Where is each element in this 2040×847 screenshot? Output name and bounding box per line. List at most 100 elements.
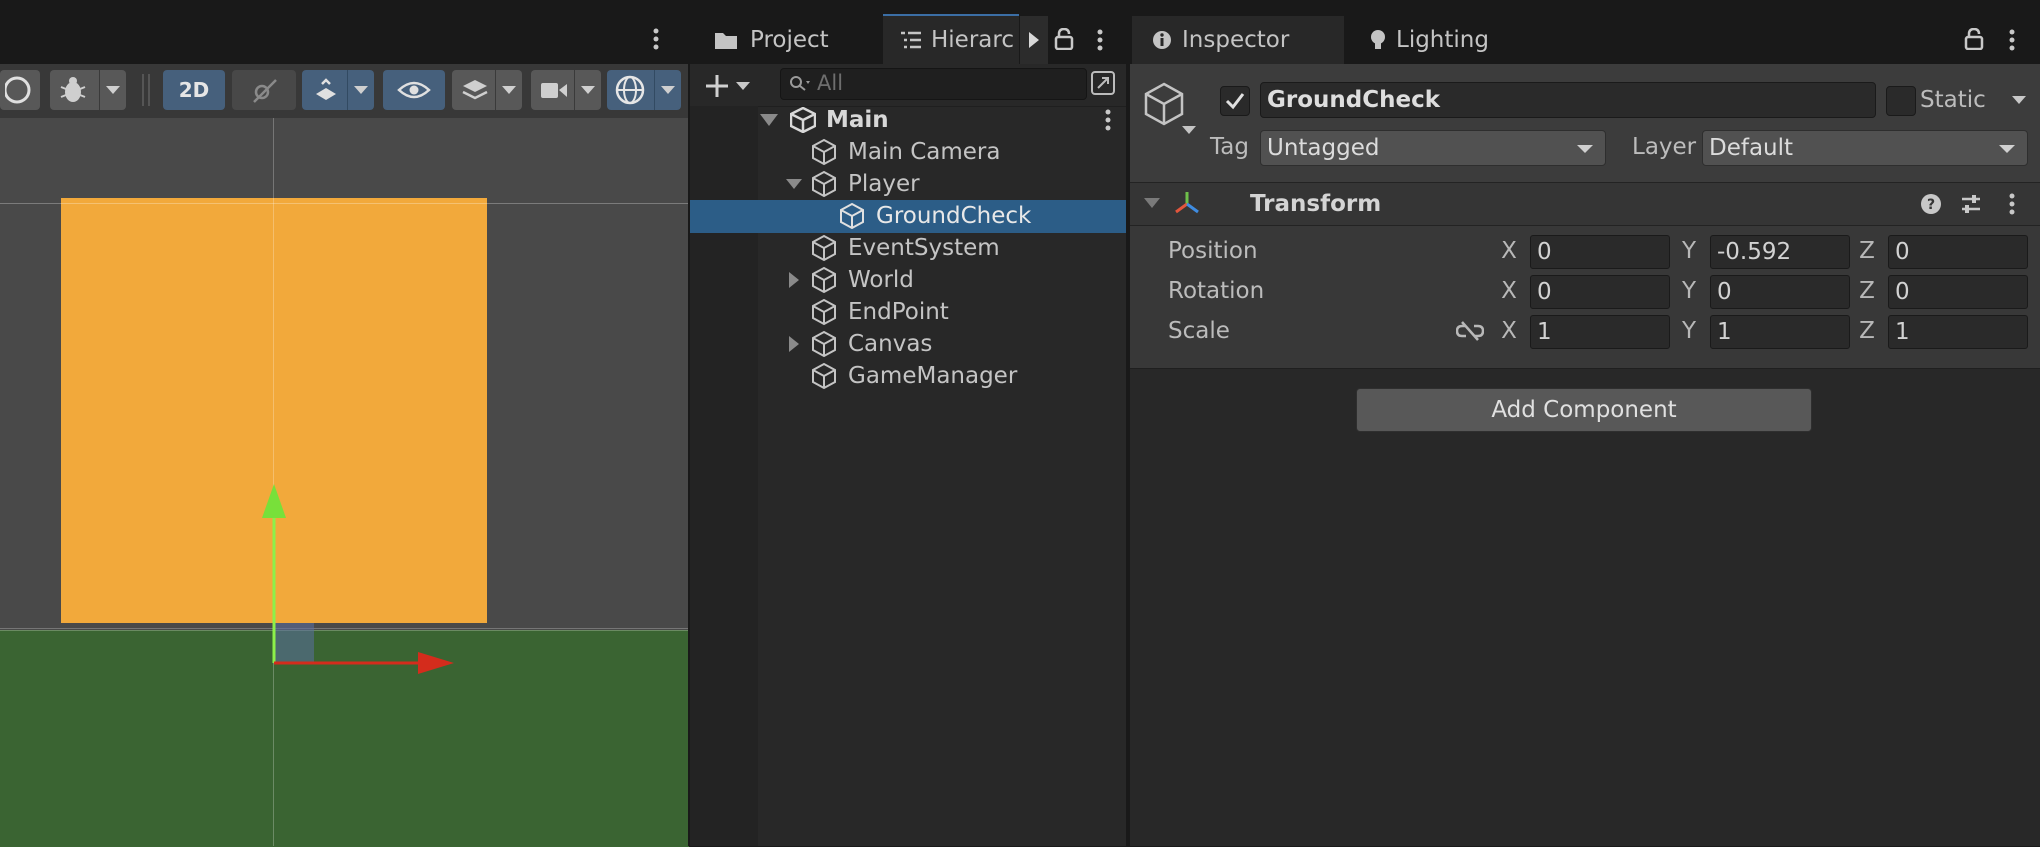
lightbulb-icon [1370, 29, 1386, 51]
hierarchy-item-label: EndPoint [848, 299, 949, 325]
debug-draw-mode-button[interactable] [50, 70, 126, 110]
create-button[interactable] [704, 72, 754, 100]
tag-value: Untagged [1267, 135, 1380, 161]
more-options-icon[interactable] [2008, 29, 2016, 51]
hierarchy-item-groundcheck[interactable]: GroundCheck [838, 200, 1031, 232]
axis-z-label: Z [1859, 318, 1875, 344]
position-y-field[interactable]: -0.592 [1710, 235, 1850, 269]
gameobject-cube-icon [810, 234, 838, 262]
gameobject-cube-icon [810, 266, 838, 294]
gameobject-cube-icon [810, 138, 838, 166]
chevron-down-icon[interactable] [495, 70, 522, 110]
open-scene-picker-icon[interactable] [1090, 70, 1116, 96]
help-icon[interactable]: ? [1920, 193, 1942, 215]
scene-camera-button[interactable] [531, 70, 601, 110]
active-checkbox[interactable] [1220, 86, 1250, 116]
gameobject-cube-icon[interactable] [1142, 82, 1198, 138]
tab-lighting[interactable]: Lighting [1370, 16, 1570, 64]
axis-z-label: Z [1859, 278, 1875, 304]
foldout-arrow-icon[interactable] [1144, 197, 1160, 209]
tag-dropdown[interactable]: Untagged [1260, 130, 1606, 166]
tab-inspector-label: Inspector [1182, 27, 1290, 53]
gameobject-cube-icon [838, 202, 866, 230]
hierarchy-item-endpoint[interactable]: EndPoint [810, 296, 949, 328]
unlink-icon[interactable] [1456, 320, 1484, 342]
hierarchy-item-label: GroundCheck [876, 203, 1032, 229]
chevron-down-icon[interactable] [347, 70, 374, 110]
chevron-down-icon[interactable] [654, 70, 681, 110]
hierarchy-item-label: Main [826, 107, 889, 133]
more-options-icon[interactable] [1096, 29, 1104, 51]
position-x-field[interactable]: 0 [1530, 235, 1670, 269]
add-component-button[interactable]: Add Component [1356, 388, 1812, 432]
chevron-down-icon [1577, 144, 1593, 154]
hierarchy-scene-main[interactable]: Main [758, 104, 1126, 136]
hierarchy-item-main-camera[interactable]: Main Camera [810, 136, 1000, 168]
rotation-z-field[interactable]: 0 [1888, 275, 2028, 309]
hierarchy-item-gamemanager[interactable]: GameManager [810, 360, 1017, 392]
scene-lighting-toggle[interactable] [232, 70, 296, 110]
scale-x-field[interactable]: 1 [1530, 315, 1670, 349]
rotation-label: Rotation [1168, 278, 1265, 304]
move-gizmo[interactable] [258, 478, 458, 678]
axis-x-label: X [1501, 238, 1517, 264]
layer-dropdown[interactable]: Default [1702, 130, 2028, 166]
scene-visibility-button[interactable] [383, 70, 445, 110]
chevron-right-icon [1029, 32, 1039, 48]
expanded-arrow-icon[interactable] [760, 113, 782, 127]
presets-icon[interactable] [1960, 193, 1982, 215]
gizmos-button[interactable] [607, 70, 681, 110]
more-options-icon[interactable] [1104, 109, 1112, 131]
more-options-icon[interactable] [652, 28, 660, 50]
static-label: Static [1920, 87, 1986, 113]
tab-inspector[interactable]: Inspector [1132, 16, 1344, 64]
checkmark-icon [1225, 92, 1245, 110]
hierarchy-item-eventsystem[interactable]: EventSystem [810, 232, 1000, 264]
tab-scroll-right[interactable] [1020, 16, 1048, 64]
position-z-field[interactable]: 0 [1888, 235, 2028, 269]
layers-icon [460, 77, 490, 103]
more-options-icon[interactable] [2008, 193, 2016, 215]
eye-icon [397, 79, 431, 101]
unity-scene-icon [790, 107, 816, 133]
2d-mode-button[interactable]: 2D [163, 70, 225, 110]
lock-icon[interactable] [1964, 28, 1984, 50]
axis-z-label: Z [1859, 238, 1875, 264]
layer-value: Default [1709, 135, 1794, 161]
hierarchy-item-player[interactable]: Player [786, 168, 920, 200]
layers-button[interactable] [452, 70, 522, 110]
collapsed-arrow-icon[interactable] [788, 336, 810, 352]
scale-z-field[interactable]: 1 [1888, 315, 2028, 349]
tag-label: Tag [1210, 134, 1249, 160]
chevron-down-icon[interactable] [574, 70, 601, 110]
search-placeholder: All [817, 71, 844, 95]
axis-y-label: Y [1681, 278, 1697, 304]
hierarchy-search-input[interactable]: All [780, 68, 1087, 100]
hierarchy-item-canvas[interactable]: Canvas [788, 328, 932, 360]
transform-axes-icon [1172, 190, 1202, 216]
rotation-x-field[interactable]: 0 [1530, 275, 1670, 309]
rotation-y-field[interactable]: 0 [1710, 275, 1850, 309]
lighting-off-icon [250, 76, 278, 104]
hierarchy-item-world[interactable]: World [788, 264, 914, 296]
tab-lighting-label: Lighting [1396, 27, 1489, 53]
chevron-down-icon[interactable] [2012, 95, 2026, 105]
object-name-field[interactable]: GroundCheck [1260, 82, 1876, 118]
gameobject-cube-icon [810, 170, 838, 198]
sphere-icon [5, 75, 35, 105]
tab-project[interactable]: Project [706, 16, 876, 64]
lock-icon[interactable] [1054, 28, 1074, 50]
list-icon [901, 31, 921, 49]
tab-project-label: Project [750, 27, 829, 53]
shading-mode-button[interactable] [0, 70, 40, 110]
axis-y-label: Y [1681, 238, 1697, 264]
chevron-down-icon[interactable] [99, 70, 126, 110]
collapsed-arrow-icon[interactable] [788, 272, 810, 288]
hierarchy-item-label: World [848, 267, 914, 293]
scene-effects-button[interactable] [302, 70, 374, 110]
axis-x-label: X [1501, 278, 1517, 304]
scale-y-field[interactable]: 1 [1710, 315, 1850, 349]
static-checkbox[interactable] [1886, 86, 1916, 116]
tab-hierarchy[interactable]: Hierarc [883, 14, 1019, 64]
expanded-arrow-icon[interactable] [786, 178, 810, 190]
